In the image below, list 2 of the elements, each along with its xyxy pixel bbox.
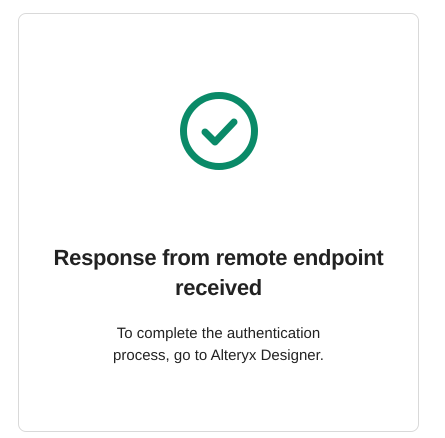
heading: Response from remote endpoint received bbox=[52, 244, 384, 302]
message-text: To complete the authentication process, go to Alteryx Designer. bbox=[112, 324, 325, 366]
